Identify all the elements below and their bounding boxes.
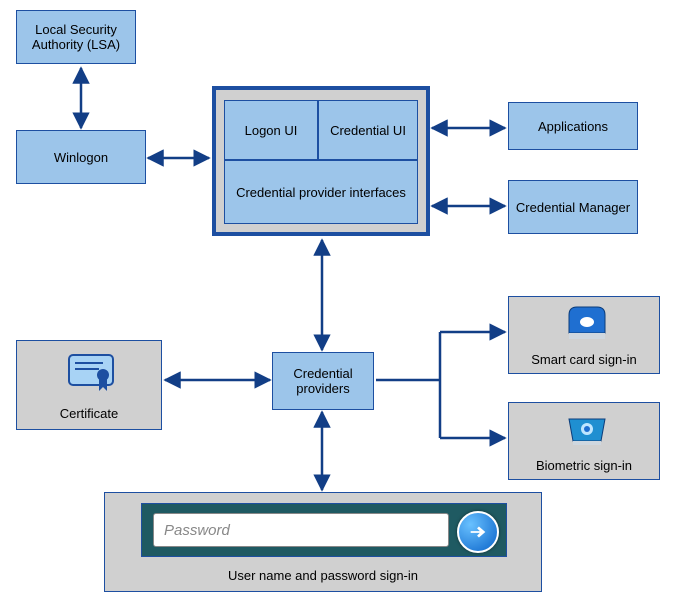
label: Local Security Authority (LSA) — [23, 22, 129, 52]
box-credential-providers: Credential providers — [272, 352, 374, 410]
box-logon-ui: Logon UI — [224, 100, 318, 160]
panel-username-password: Password User name and password sign-in — [104, 492, 542, 592]
box-credential-manager: Credential Manager — [508, 180, 638, 234]
box-lsa: Local Security Authority (LSA) — [16, 10, 136, 64]
label: Credential provider interfaces — [236, 185, 406, 200]
password-input[interactable]: Password — [153, 513, 449, 547]
panel-certificate: Certificate — [16, 340, 162, 430]
label: Credential providers — [279, 366, 367, 396]
smart-card-icon — [565, 303, 609, 343]
box-credential-ui: Credential UI — [318, 100, 418, 160]
architecture-diagram: Local Security Authority (LSA) Winlogon … — [0, 0, 675, 607]
box-credential-provider-interfaces: Credential provider interfaces — [224, 160, 418, 224]
label: Credential UI — [330, 123, 406, 138]
certificate-icon — [65, 349, 117, 393]
label: Applications — [538, 119, 608, 134]
submit-button[interactable] — [457, 511, 499, 553]
label: User name and password sign-in — [105, 568, 541, 583]
label: Smart card sign-in — [509, 352, 659, 367]
arrow-right-icon — [467, 521, 489, 543]
label: Biometric sign-in — [509, 458, 659, 473]
label: Credential Manager — [516, 200, 630, 215]
box-winlogon: Winlogon — [16, 130, 146, 184]
panel-biometric: Biometric sign-in — [508, 402, 660, 480]
label: Certificate — [17, 406, 161, 421]
panel-smartcard: Smart card sign-in — [508, 296, 660, 374]
label: Logon UI — [245, 123, 298, 138]
box-applications: Applications — [508, 102, 638, 150]
biometric-icon — [565, 409, 609, 449]
label: Winlogon — [54, 150, 108, 165]
